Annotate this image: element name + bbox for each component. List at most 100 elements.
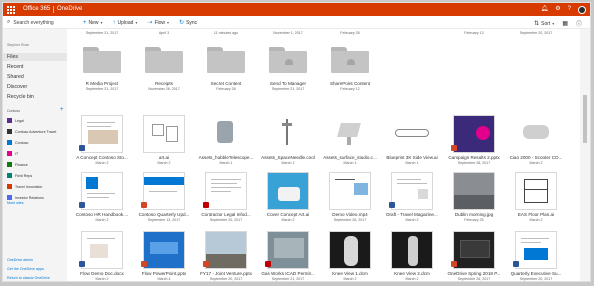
file-tile[interactable]: FY17 - Joint Venture.pptx September 20, …: [195, 231, 257, 281]
upload-label: Upload: [117, 19, 134, 26]
file-tile[interactable]: EAS Floor Plan.ai March 2: [505, 172, 567, 224]
file-tile[interactable]: Gas Works ICAD Permit... September 21, 2…: [257, 231, 319, 281]
add-site-icon[interactable]: +: [60, 107, 64, 113]
tile-name: R Media Project: [85, 81, 119, 86]
site-item-it[interactable]: IT: [7, 151, 18, 156]
file-tile[interactable]: Knee View 1.dcm March 2: [319, 231, 381, 281]
file-tile[interactable]: Ciao 2000 - Scooter CO... March 2: [505, 115, 567, 167]
nav-item-recent[interactable]: Recent: [7, 64, 23, 70]
file-tile[interactable]: Flow Demo Doc.docx March 2: [71, 231, 133, 281]
sync-button[interactable]: ↻ Sync: [179, 19, 197, 27]
nav-item-discover[interactable]: Discover: [7, 84, 27, 90]
3d-model-thumbnail: [515, 115, 557, 153]
tile-date: March 2: [281, 218, 295, 222]
file-tile[interactable]: Contractor Legal Infod... September 20, …: [195, 172, 257, 224]
folder-icon: [83, 47, 121, 73]
tile-date: March 2: [529, 161, 543, 165]
file-tile[interactable]: OneDrive Spring 2018 P... September 26, …: [443, 231, 505, 281]
tile-date: 11 minutes ago: [213, 31, 239, 35]
site-label: IT: [15, 151, 19, 156]
tile-date: November 26, 2017: [148, 87, 180, 91]
word-doc-thumbnail: [81, 115, 123, 153]
nav-item-files[interactable]: Files: [7, 54, 18, 60]
file-tile[interactable]: Quarterly Executive Su... September 20, …: [505, 231, 567, 281]
site-label: Finance: [15, 162, 28, 167]
powerpoint-icon: [141, 261, 147, 267]
word-doc-thumbnail: [81, 172, 123, 210]
file-tile[interactable]: art.ai March 2: [133, 115, 195, 167]
bell-icon[interactable]: 🔔︎: [541, 5, 549, 14]
file-tile[interactable]: Assets_hubbleTelescope... March 1: [195, 115, 257, 167]
info-icon[interactable]: ⓘ: [576, 19, 582, 28]
site-item-finance[interactable]: Finance: [7, 162, 28, 167]
tile-date: March 1: [219, 161, 233, 165]
app-name[interactable]: OneDrive: [57, 6, 82, 12]
file-tile[interactable]: A Concept Contoso Sto... March 2: [71, 115, 133, 167]
folder-tile[interactable]: Send To Manager September 21, 2017: [257, 47, 319, 95]
onedrive-admin-link[interactable]: OneDrive admin: [7, 258, 33, 262]
upload-button[interactable]: ↑ Upload ▾: [113, 20, 138, 26]
vertical-scrollbar[interactable]: [580, 29, 590, 281]
more-sites-link[interactable]: More sites: [7, 201, 24, 205]
file-tile[interactable]: Cover Concept Art.ai March 2: [257, 172, 319, 224]
folder-tile[interactable]: R Media Project September 21, 2017: [71, 47, 133, 95]
word-icon: [79, 202, 85, 208]
tile-name: Demo Video.mp4: [332, 212, 368, 217]
site-logo-icon: [7, 173, 12, 178]
folder-tile[interactable]: Secret Content February 28: [195, 47, 257, 95]
file-tile[interactable]: Assets_SpaceNeedle.cool March 1: [257, 115, 319, 167]
folder-tile[interactable]: SharePoint Content February 12: [319, 47, 381, 95]
tiles-view-icon[interactable]: ▦: [562, 20, 568, 27]
folder-icon: [145, 47, 183, 73]
search-box[interactable]: ⌕ Search everything: [7, 19, 54, 26]
file-tile[interactable]: Contoso Quarterly Upd... September 13, 2…: [133, 172, 195, 224]
tile-name: FY17 - Joint Venture.pptx: [200, 271, 252, 276]
site-item-investor-relations[interactable]: Investor Relations: [7, 195, 44, 200]
gear-icon[interactable]: ⚙: [555, 5, 560, 14]
command-bar: ⌕ Search everything + New ▾ ↑ Upload ▾ ⇢…: [3, 16, 590, 29]
file-tile[interactable]: Dublin morning.jpg February 25: [443, 172, 505, 224]
tile-date: November 1, 2017: [273, 31, 303, 35]
nav-item-recycle-bin[interactable]: Recycle bin: [7, 94, 34, 100]
site-item-contoso[interactable]: Contoso: [7, 140, 28, 145]
tile-date: March 2: [157, 161, 171, 165]
file-tile[interactable]: Contoso HR Handbook.... March 2: [71, 172, 133, 224]
folder-tile[interactable]: Receipts November 26, 2017: [133, 47, 195, 95]
file-tile[interactable]: Campaign Results 2.pptx September 28, 20…: [443, 115, 505, 167]
site-item-travel-innovation[interactable]: Travel Innovation: [7, 184, 42, 189]
tile-date: March 2: [529, 218, 543, 222]
get-apps-link[interactable]: Get the OneDrive apps: [7, 267, 44, 271]
file-tile[interactable]: Blueprint 3K Side View.ai March 1: [381, 115, 443, 167]
site-item-field-reps[interactable]: Field Reps: [7, 173, 32, 178]
suite-title[interactable]: Office 365: [23, 6, 50, 12]
help-icon[interactable]: ?: [568, 5, 571, 14]
tile-name: Dublin morning.jpg: [454, 212, 494, 217]
site-item-legal[interactable]: Legal: [7, 118, 24, 123]
file-tile[interactable]: Flow PowerPoint.pptx March 4: [133, 231, 195, 281]
tile-name: Assets_SpaceNeedle.cool: [261, 155, 315, 160]
scrollbar-thumb[interactable]: [583, 95, 587, 143]
sites-header: Contoso: [7, 109, 21, 113]
file-tile[interactable]: Draft - Travel Magazine... March 2: [381, 172, 443, 224]
avatar[interactable]: [578, 5, 586, 14]
chevron-down-icon: ▾: [167, 20, 170, 25]
file-tile[interactable]: Demo Video.mp4 September 26, 2017: [319, 172, 381, 224]
tile-name: EAS Floor Plan.ai: [517, 212, 555, 217]
word-icon: [389, 202, 395, 208]
new-button[interactable]: + New ▾: [83, 20, 103, 26]
site-item-adventure-travel[interactable]: Contoso Adventure Travel: [7, 129, 56, 134]
classic-onedrive-link[interactable]: Return to classic OneDrive: [7, 276, 50, 280]
flow-button[interactable]: ⇢ Flow ▾: [147, 19, 170, 27]
3d-model-thumbnail: [329, 115, 371, 153]
powerpoint-icon: [451, 261, 457, 267]
powerpoint-thumbnail: [453, 115, 495, 153]
tile-name: Flow Demo Doc.docx: [80, 271, 124, 276]
file-tile[interactable]: Knee View 2.dcm March 2: [381, 231, 443, 281]
sort-button[interactable]: ⇅ Sort ▾: [534, 20, 554, 28]
tile-date: March 1: [343, 161, 357, 165]
tile-date: March 2: [95, 161, 109, 165]
nav-item-shared[interactable]: Shared: [7, 74, 24, 80]
file-tile[interactable]: Assets_surface_studio.c... March 1: [319, 115, 381, 167]
tile-date: March 2: [343, 277, 357, 281]
app-launcher-icon[interactable]: [5, 4, 16, 15]
